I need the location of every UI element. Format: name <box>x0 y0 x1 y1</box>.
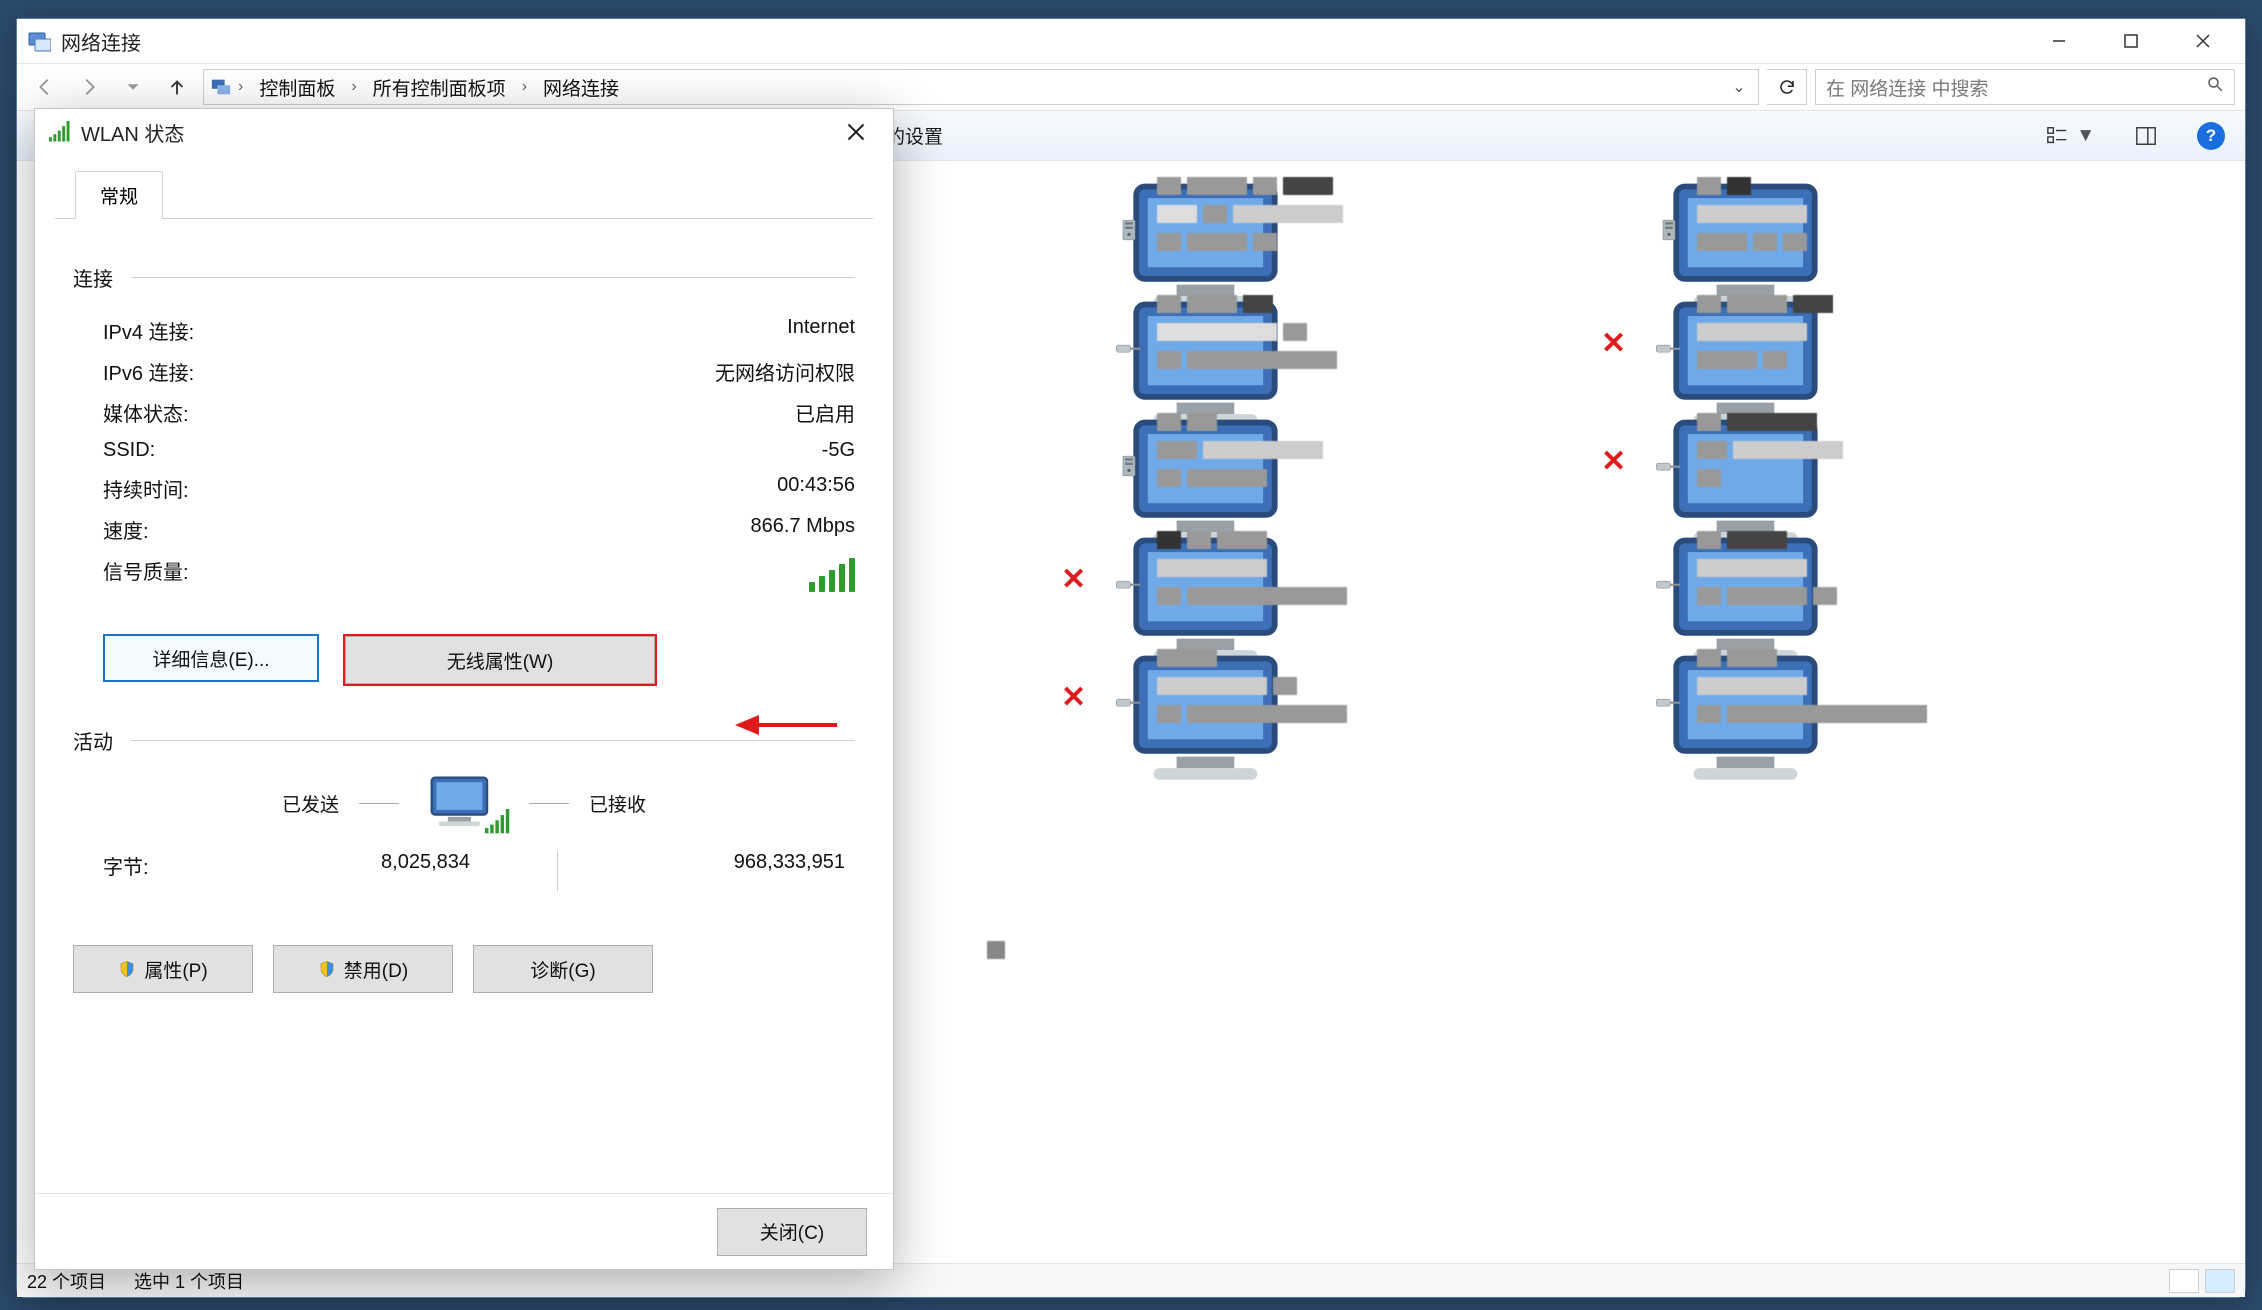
wireless-properties-button[interactable]: 无线属性(W) <box>345 636 655 684</box>
connection-item[interactable] <box>1607 175 2107 281</box>
view-large-icons-button[interactable] <box>2205 1269 2235 1293</box>
breadcrumb-icon <box>210 76 232 98</box>
ssid-value: -5G <box>777 439 855 462</box>
address-bar: › 控制面板 › 所有控制面板项 › 网络连接 ⌄ 在 网络连接 中搜索 <box>17 63 2245 111</box>
connection-item[interactable]: ✕ <box>1607 411 2107 517</box>
status-item-count: 22 个项目 <box>27 1268 106 1294</box>
bytes-received-value: 968,333,951 <box>645 851 845 891</box>
help-button[interactable]: ? <box>2197 122 2225 150</box>
activity-icon <box>419 773 509 833</box>
network-connections-icon <box>27 29 51 53</box>
disconnected-icon: ✕ <box>1601 326 1626 361</box>
nav-recent-dropdown[interactable] <box>115 69 151 105</box>
disconnected-icon: ✕ <box>1061 562 1086 597</box>
nav-up-button[interactable] <box>159 69 195 105</box>
search-placeholder: 在 网络连接 中搜索 <box>1826 74 1989 101</box>
connection-item[interactable] <box>1067 293 1567 399</box>
connection-list: ✕ ✕ ✕ ✕ <box>1067 175 2107 753</box>
duration-label: 持续时间: <box>103 474 189 503</box>
connection-item[interactable]: ✕ <box>1607 293 2107 399</box>
bytes-label: 字节: <box>103 851 183 891</box>
network-adapter-icon: ✕ <box>1067 647 1139 709</box>
network-adapter-icon: ✕ <box>1067 529 1139 591</box>
signal-bars-icon <box>809 556 855 592</box>
dialog-body: 连接 IPv4 连接: Internet IPv6 连接: 无网络访问权限 媒体状态… <box>35 219 893 1193</box>
connection-item[interactable] <box>1607 647 2107 753</box>
network-adapter-icon <box>1607 529 1679 591</box>
received-label: 已接收 <box>589 790 749 817</box>
network-adapter-icon <box>1067 293 1139 355</box>
search-input[interactable]: 在 网络连接 中搜索 <box>1815 69 2235 105</box>
wlan-signal-icon <box>49 121 71 143</box>
connection-item[interactable] <box>1607 529 2107 635</box>
connection-item[interactable] <box>1067 175 1567 281</box>
annotation-highlight: 无线属性(W) <box>343 634 657 686</box>
status-selection: 选中 1 个项目 <box>134 1268 244 1294</box>
diagnose-button[interactable]: 诊断(G) <box>473 945 653 993</box>
dialog-footer: 关闭(C) <box>35 1193 893 1269</box>
disconnected-icon: ✕ <box>1061 680 1086 715</box>
dialog-title: WLAN 状态 <box>81 118 184 147</box>
maximize-button[interactable] <box>2095 19 2167 63</box>
network-adapter-icon <box>1607 175 1679 237</box>
minimize-button[interactable] <box>2023 19 2095 63</box>
ipv4-label: IPv4 连接: <box>103 316 194 345</box>
signal-quality-label: 信号质量: <box>103 556 189 598</box>
dialog-close-button[interactable] <box>833 112 879 152</box>
details-button[interactable]: 详细信息(E)... <box>103 634 319 682</box>
breadcrumb-network-connections[interactable]: 网络连接 <box>533 74 629 101</box>
dialog-titlebar[interactable]: WLAN 状态 <box>35 109 893 155</box>
duration-value: 00:43:56 <box>777 474 855 503</box>
breadcrumb-dropdown-icon[interactable]: ⌄ <box>1726 77 1752 97</box>
group-connection-label: 连接 <box>73 263 113 292</box>
refresh-button[interactable] <box>1767 69 1807 105</box>
media-state-label: 媒体状态: <box>103 398 189 427</box>
tab-general[interactable]: 常规 <box>75 171 163 219</box>
network-adapter-icon <box>1067 411 1139 473</box>
connection-item[interactable]: ✕ <box>1067 529 1567 635</box>
search-icon <box>2206 75 2224 99</box>
disable-button[interactable]: 禁用(D) <box>273 945 453 993</box>
dialog-tabs: 常规 <box>55 173 873 219</box>
properties-button[interactable]: 属性(P) <box>73 945 253 993</box>
bytes-sent-value: 8,025,834 <box>270 851 470 891</box>
preview-pane-button[interactable] <box>2135 125 2157 147</box>
disconnected-icon: ✕ <box>1601 444 1626 479</box>
sent-label: 已发送 <box>179 790 339 817</box>
network-adapter-icon <box>1607 647 1679 709</box>
view-options-button[interactable]: ▼ <box>2046 125 2095 147</box>
ssid-label: SSID: <box>103 439 155 462</box>
group-activity-label: 活动 <box>73 726 113 755</box>
media-state-value: 已启用 <box>795 398 855 427</box>
breadcrumb-all-items[interactable]: 所有控制面板项 <box>363 74 516 101</box>
connection-item[interactable]: ✕ <box>1067 647 1567 753</box>
close-button[interactable]: 关闭(C) <box>717 1208 867 1256</box>
ipv4-value: Internet <box>787 316 855 345</box>
close-window-button[interactable] <box>2167 19 2239 63</box>
window-titlebar[interactable]: 网络连接 <box>17 19 2245 63</box>
network-adapter-icon: ✕ <box>1607 411 1679 473</box>
speed-value: 866.7 Mbps <box>750 515 855 544</box>
view-details-button[interactable] <box>2169 1269 2199 1293</box>
breadcrumb-control-panel[interactable]: 控制面板 <box>249 74 345 101</box>
signal-quality-value <box>809 556 855 598</box>
nav-forward-button[interactable] <box>71 69 107 105</box>
ipv6-label: IPv6 连接: <box>103 357 194 386</box>
chevron-right-icon: › <box>238 78 243 96</box>
network-adapter-icon <box>1067 175 1139 237</box>
network-adapter-icon: ✕ <box>1607 293 1679 355</box>
connection-item[interactable] <box>1067 411 1567 517</box>
ipv6-value: 无网络访问权限 <box>715 357 855 386</box>
breadcrumb[interactable]: › 控制面板 › 所有控制面板项 › 网络连接 ⌄ <box>203 69 1759 105</box>
speed-label: 速度: <box>103 515 149 544</box>
wlan-status-dialog: WLAN 状态 常规 连接 IPv4 连接: Internet IPv6 连接: 无… <box>34 108 894 1270</box>
annotation-arrow-icon <box>729 707 839 743</box>
window-title: 网络连接 <box>61 27 141 56</box>
nav-back-button[interactable] <box>27 69 63 105</box>
